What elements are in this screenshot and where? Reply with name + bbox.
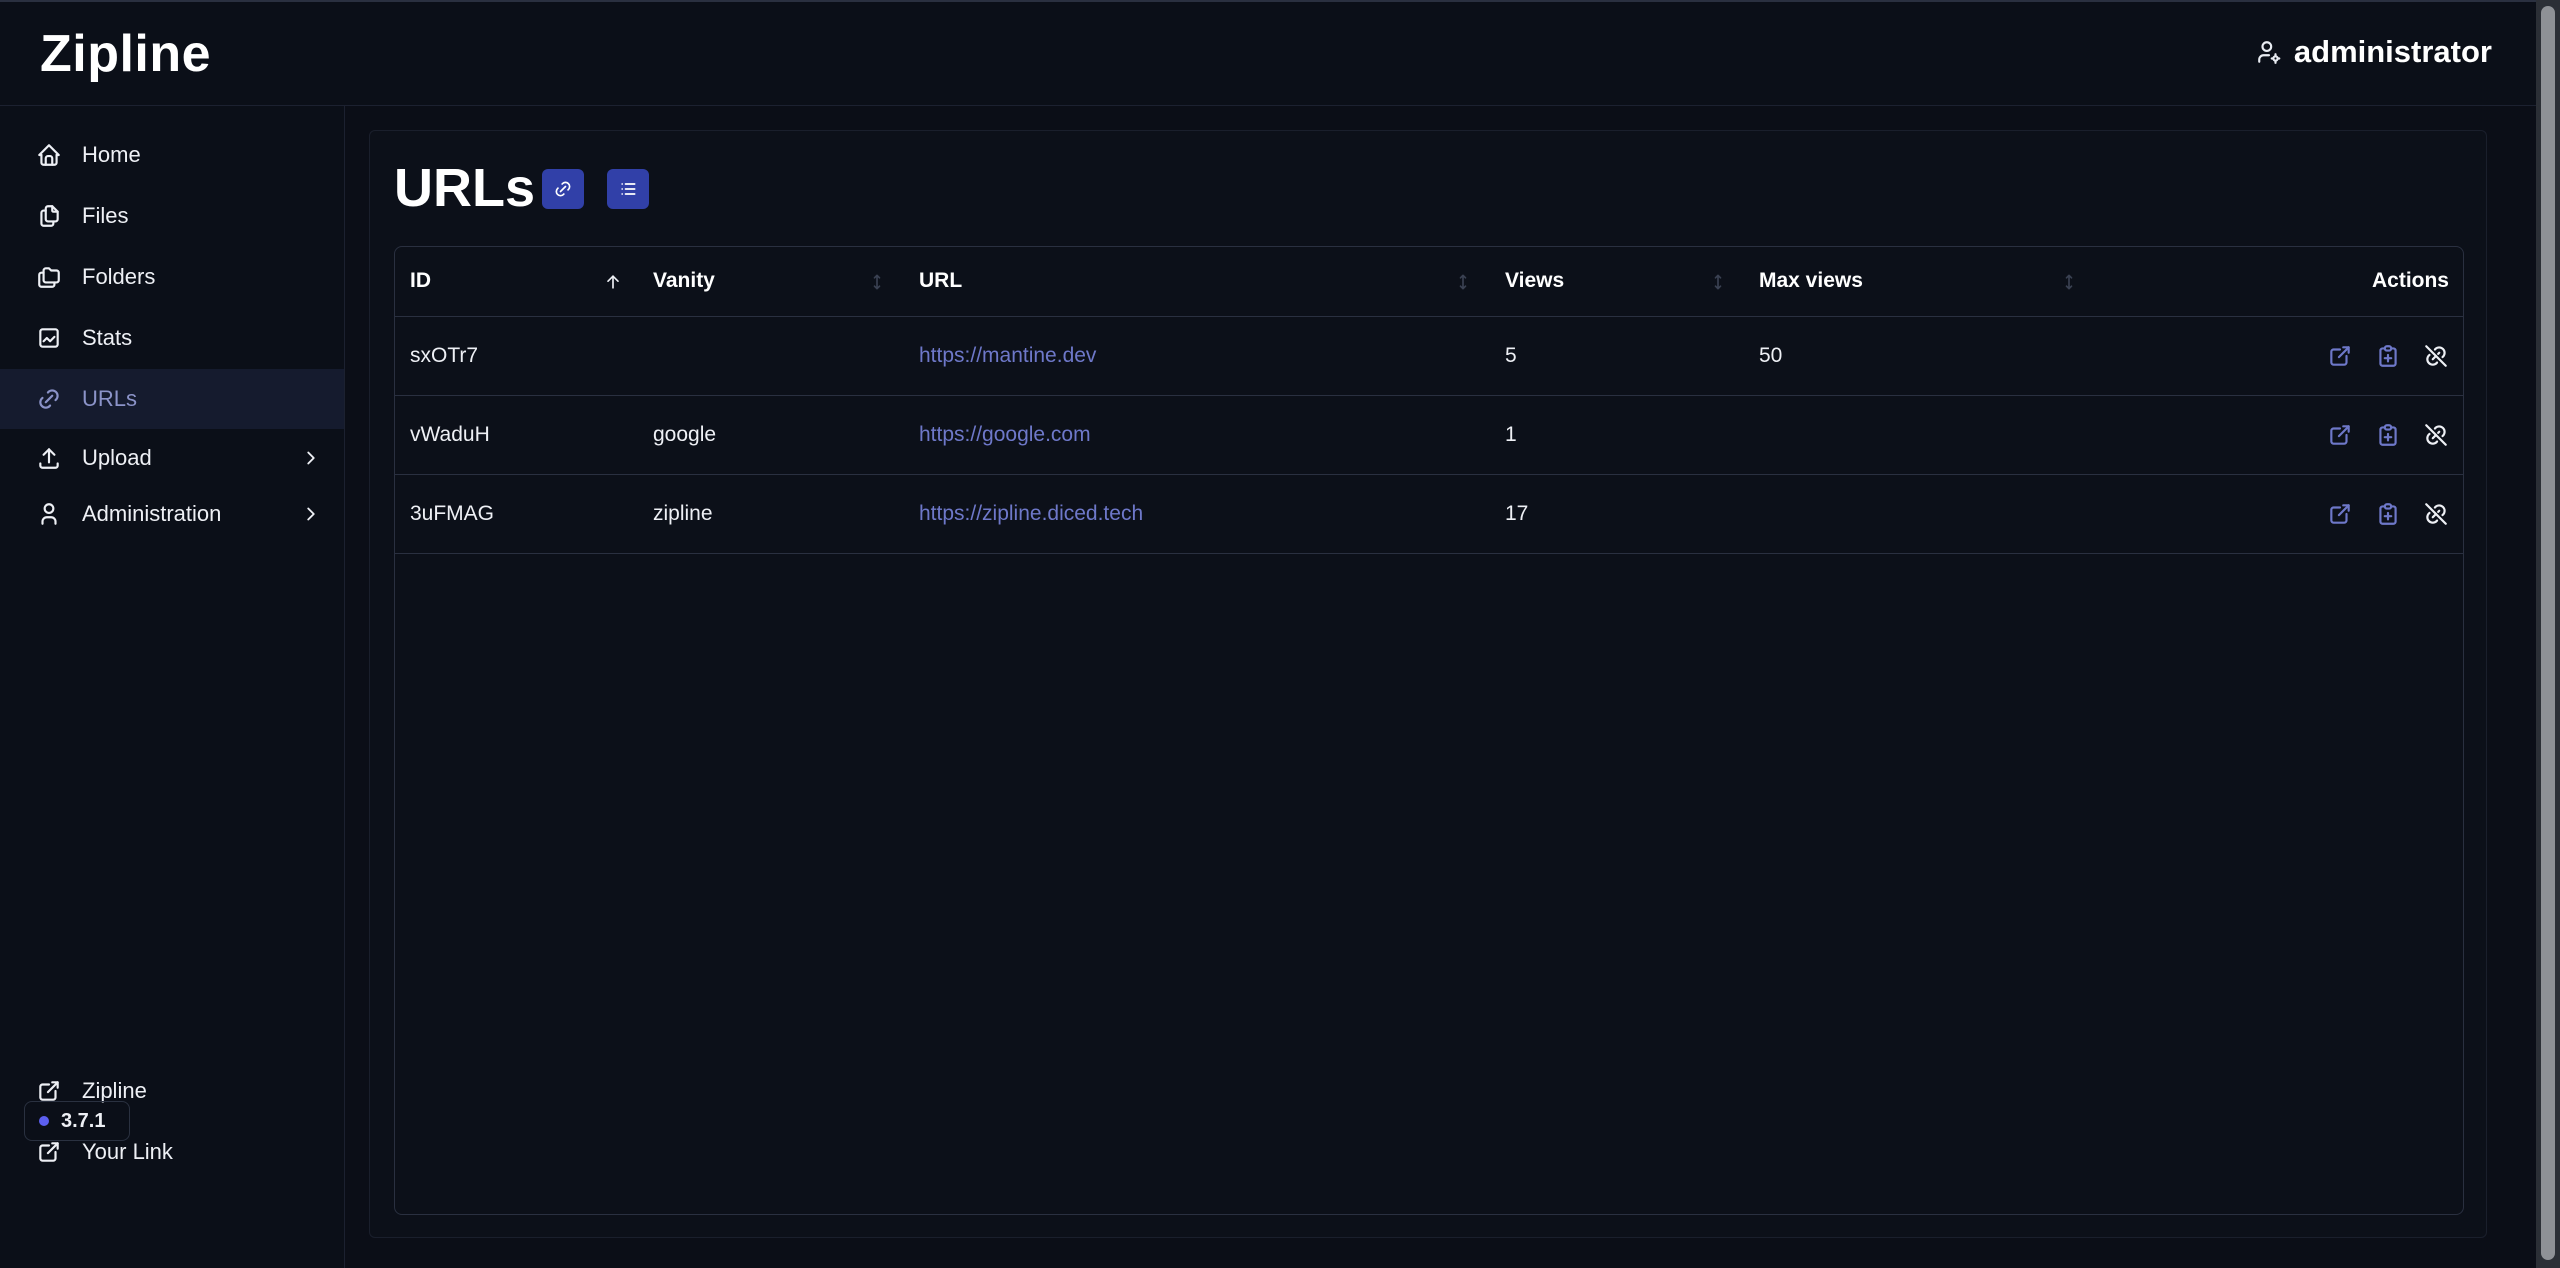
sort-icon[interactable]: [867, 271, 887, 293]
folders-icon: [38, 267, 60, 288]
copy-url-button[interactable]: [2375, 501, 2401, 527]
shorten-url-button[interactable]: [542, 169, 584, 209]
chevron-right-icon: [307, 507, 315, 521]
column-header-views[interactable]: Views: [1505, 269, 1564, 293]
table-header: ID Vanity URL Views Max views Actions: [395, 247, 2463, 317]
cell-views: 5: [1505, 344, 1517, 367]
sort-icon[interactable]: [2059, 271, 2079, 293]
sidebar-item-label: Folders: [82, 264, 156, 289]
delete-url-button[interactable]: [2423, 343, 2449, 369]
column-header-vanity[interactable]: Vanity: [653, 269, 715, 293]
table-row: sxOTr7 https://mantine.dev 5 50: [395, 317, 2463, 396]
clipboard-copy-icon: [2379, 424, 2397, 446]
page-title: URLs: [394, 158, 536, 218]
column-header-actions: Actions: [2371, 269, 2449, 292]
external-link-icon: [2330, 346, 2350, 366]
upload-icon: [39, 448, 59, 469]
scrollbar-thumb[interactable]: [2541, 6, 2555, 1260]
cell-id: vWaduH: [410, 423, 490, 446]
sidebar-item-administration[interactable]: Administration: [0, 484, 344, 544]
sort-icon[interactable]: [1708, 271, 1728, 293]
window-scrollbar[interactable]: [2536, 0, 2560, 1268]
external-link-icon: [2330, 425, 2350, 445]
open-url-button[interactable]: [2327, 343, 2353, 369]
status-dot: [39, 1116, 49, 1126]
row-actions: [2327, 501, 2449, 527]
clipboard-copy-icon: [2379, 345, 2397, 367]
cell-id: 3uFMAG: [410, 502, 495, 525]
cell-max-views: 50: [1759, 344, 1783, 367]
column-header-max-views[interactable]: Max views: [1759, 269, 1863, 293]
link-icon: [39, 389, 59, 409]
unlink-icon: [2425, 345, 2447, 367]
delete-url-button[interactable]: [2423, 501, 2449, 527]
sidebar-link-label: Your Link: [82, 1139, 173, 1164]
open-url-button[interactable]: [2327, 501, 2353, 527]
sidebar-item-folders[interactable]: Folders: [0, 247, 344, 307]
sidebar-item-label: Home: [82, 142, 141, 167]
app-header: Zipline administrator: [0, 0, 2536, 106]
cell-id: sxOTr7: [410, 344, 479, 367]
copy-url-button[interactable]: [2375, 422, 2401, 448]
main-content: URLs ID Vanity URL Views Max views Actio…: [369, 130, 2487, 1238]
delete-url-button[interactable]: [2423, 422, 2449, 448]
list-view-button[interactable]: [607, 169, 649, 209]
version-label: 3.7.1: [61, 1109, 106, 1132]
column-header-url[interactable]: URL: [919, 269, 962, 293]
sidebar: Home Files Folders Stats URLs Upload Adm…: [0, 106, 345, 1268]
table-row: vWaduH google https://google.com 1: [395, 396, 2463, 475]
list-icon: [621, 183, 636, 195]
column-header-id[interactable]: ID: [410, 269, 431, 293]
link-icon: [555, 181, 571, 197]
version-badge[interactable]: 3.7.1: [24, 1101, 130, 1141]
home-icon: [38, 144, 60, 166]
sidebar-item-label: Administration: [82, 501, 222, 526]
chevron-right-icon: [307, 451, 315, 465]
sidebar-item-files[interactable]: Files: [0, 186, 344, 246]
cell-views: 17: [1505, 502, 1529, 525]
sidebar-item-label: URLs: [82, 386, 138, 411]
sort-icon[interactable]: [1453, 271, 1473, 293]
row-actions: [2327, 422, 2449, 448]
external-link-icon: [39, 1142, 59, 1162]
cell-url-link[interactable]: https://google.com: [919, 423, 1091, 447]
cell-url-link[interactable]: https://zipline.diced.tech: [919, 502, 1143, 526]
sidebar-item-upload[interactable]: Upload: [0, 428, 344, 488]
sidebar-item-label: Files: [82, 203, 129, 228]
cell-views: 1: [1505, 423, 1517, 446]
files-icon: [40, 205, 59, 227]
open-url-button[interactable]: [2327, 422, 2353, 448]
unlink-icon: [2425, 424, 2447, 446]
clipboard-copy-icon: [2379, 503, 2397, 525]
user-menu[interactable]: administrator: [2256, 34, 2492, 70]
user-icon: [41, 503, 57, 525]
cell-url-link[interactable]: https://mantine.dev: [919, 344, 1096, 368]
sidebar-item-urls[interactable]: URLs: [0, 369, 344, 429]
sidebar-item-label: Upload: [82, 445, 152, 470]
user-settings-icon: [2258, 41, 2281, 64]
sidebar-item-stats[interactable]: Stats: [0, 308, 344, 368]
cell-vanity: zipline: [653, 502, 713, 525]
table-row: 3uFMAG zipline https://zipline.diced.tec…: [395, 475, 2463, 554]
copy-url-button[interactable]: [2375, 343, 2401, 369]
sidebar-item-home[interactable]: Home: [0, 125, 344, 185]
stats-icon: [39, 328, 59, 348]
external-link-icon: [2330, 504, 2350, 524]
sort-ascending-icon[interactable]: [603, 271, 623, 293]
urls-table: ID Vanity URL Views Max views Actions sx…: [394, 246, 2464, 1215]
unlink-icon: [2425, 503, 2447, 525]
sidebar-item-label: Stats: [82, 325, 133, 350]
row-actions: [2327, 343, 2449, 369]
app-logo[interactable]: Zipline: [40, 24, 211, 84]
cell-vanity: google: [653, 423, 717, 446]
username: administrator: [2293, 34, 2492, 69]
